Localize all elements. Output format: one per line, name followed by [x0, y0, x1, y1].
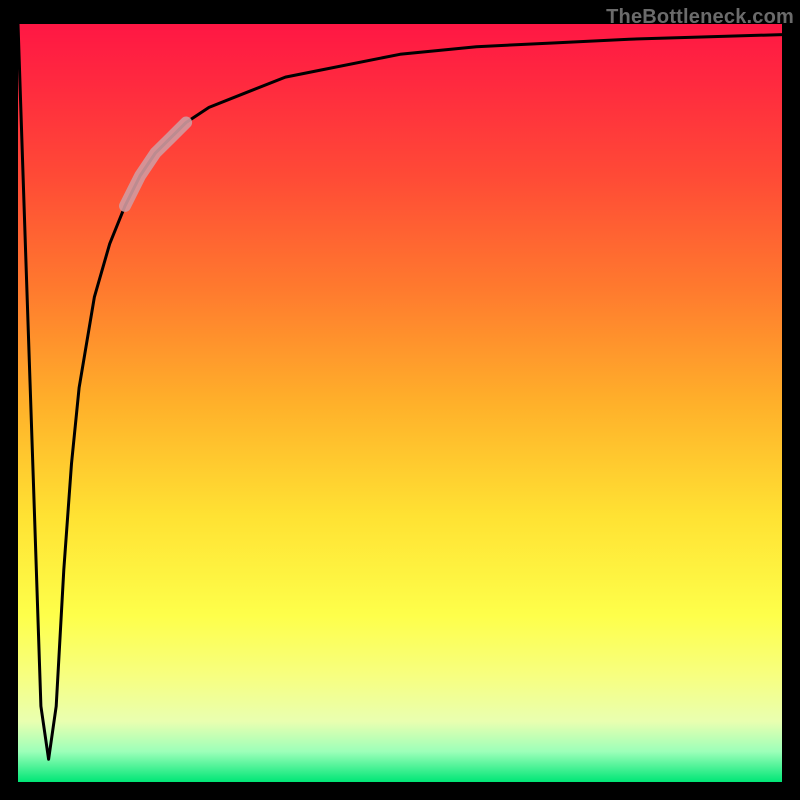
- plot-background: [18, 24, 782, 782]
- chart-frame: TheBottleneck.com: [0, 0, 800, 800]
- watermark-text: TheBottleneck.com: [606, 6, 794, 29]
